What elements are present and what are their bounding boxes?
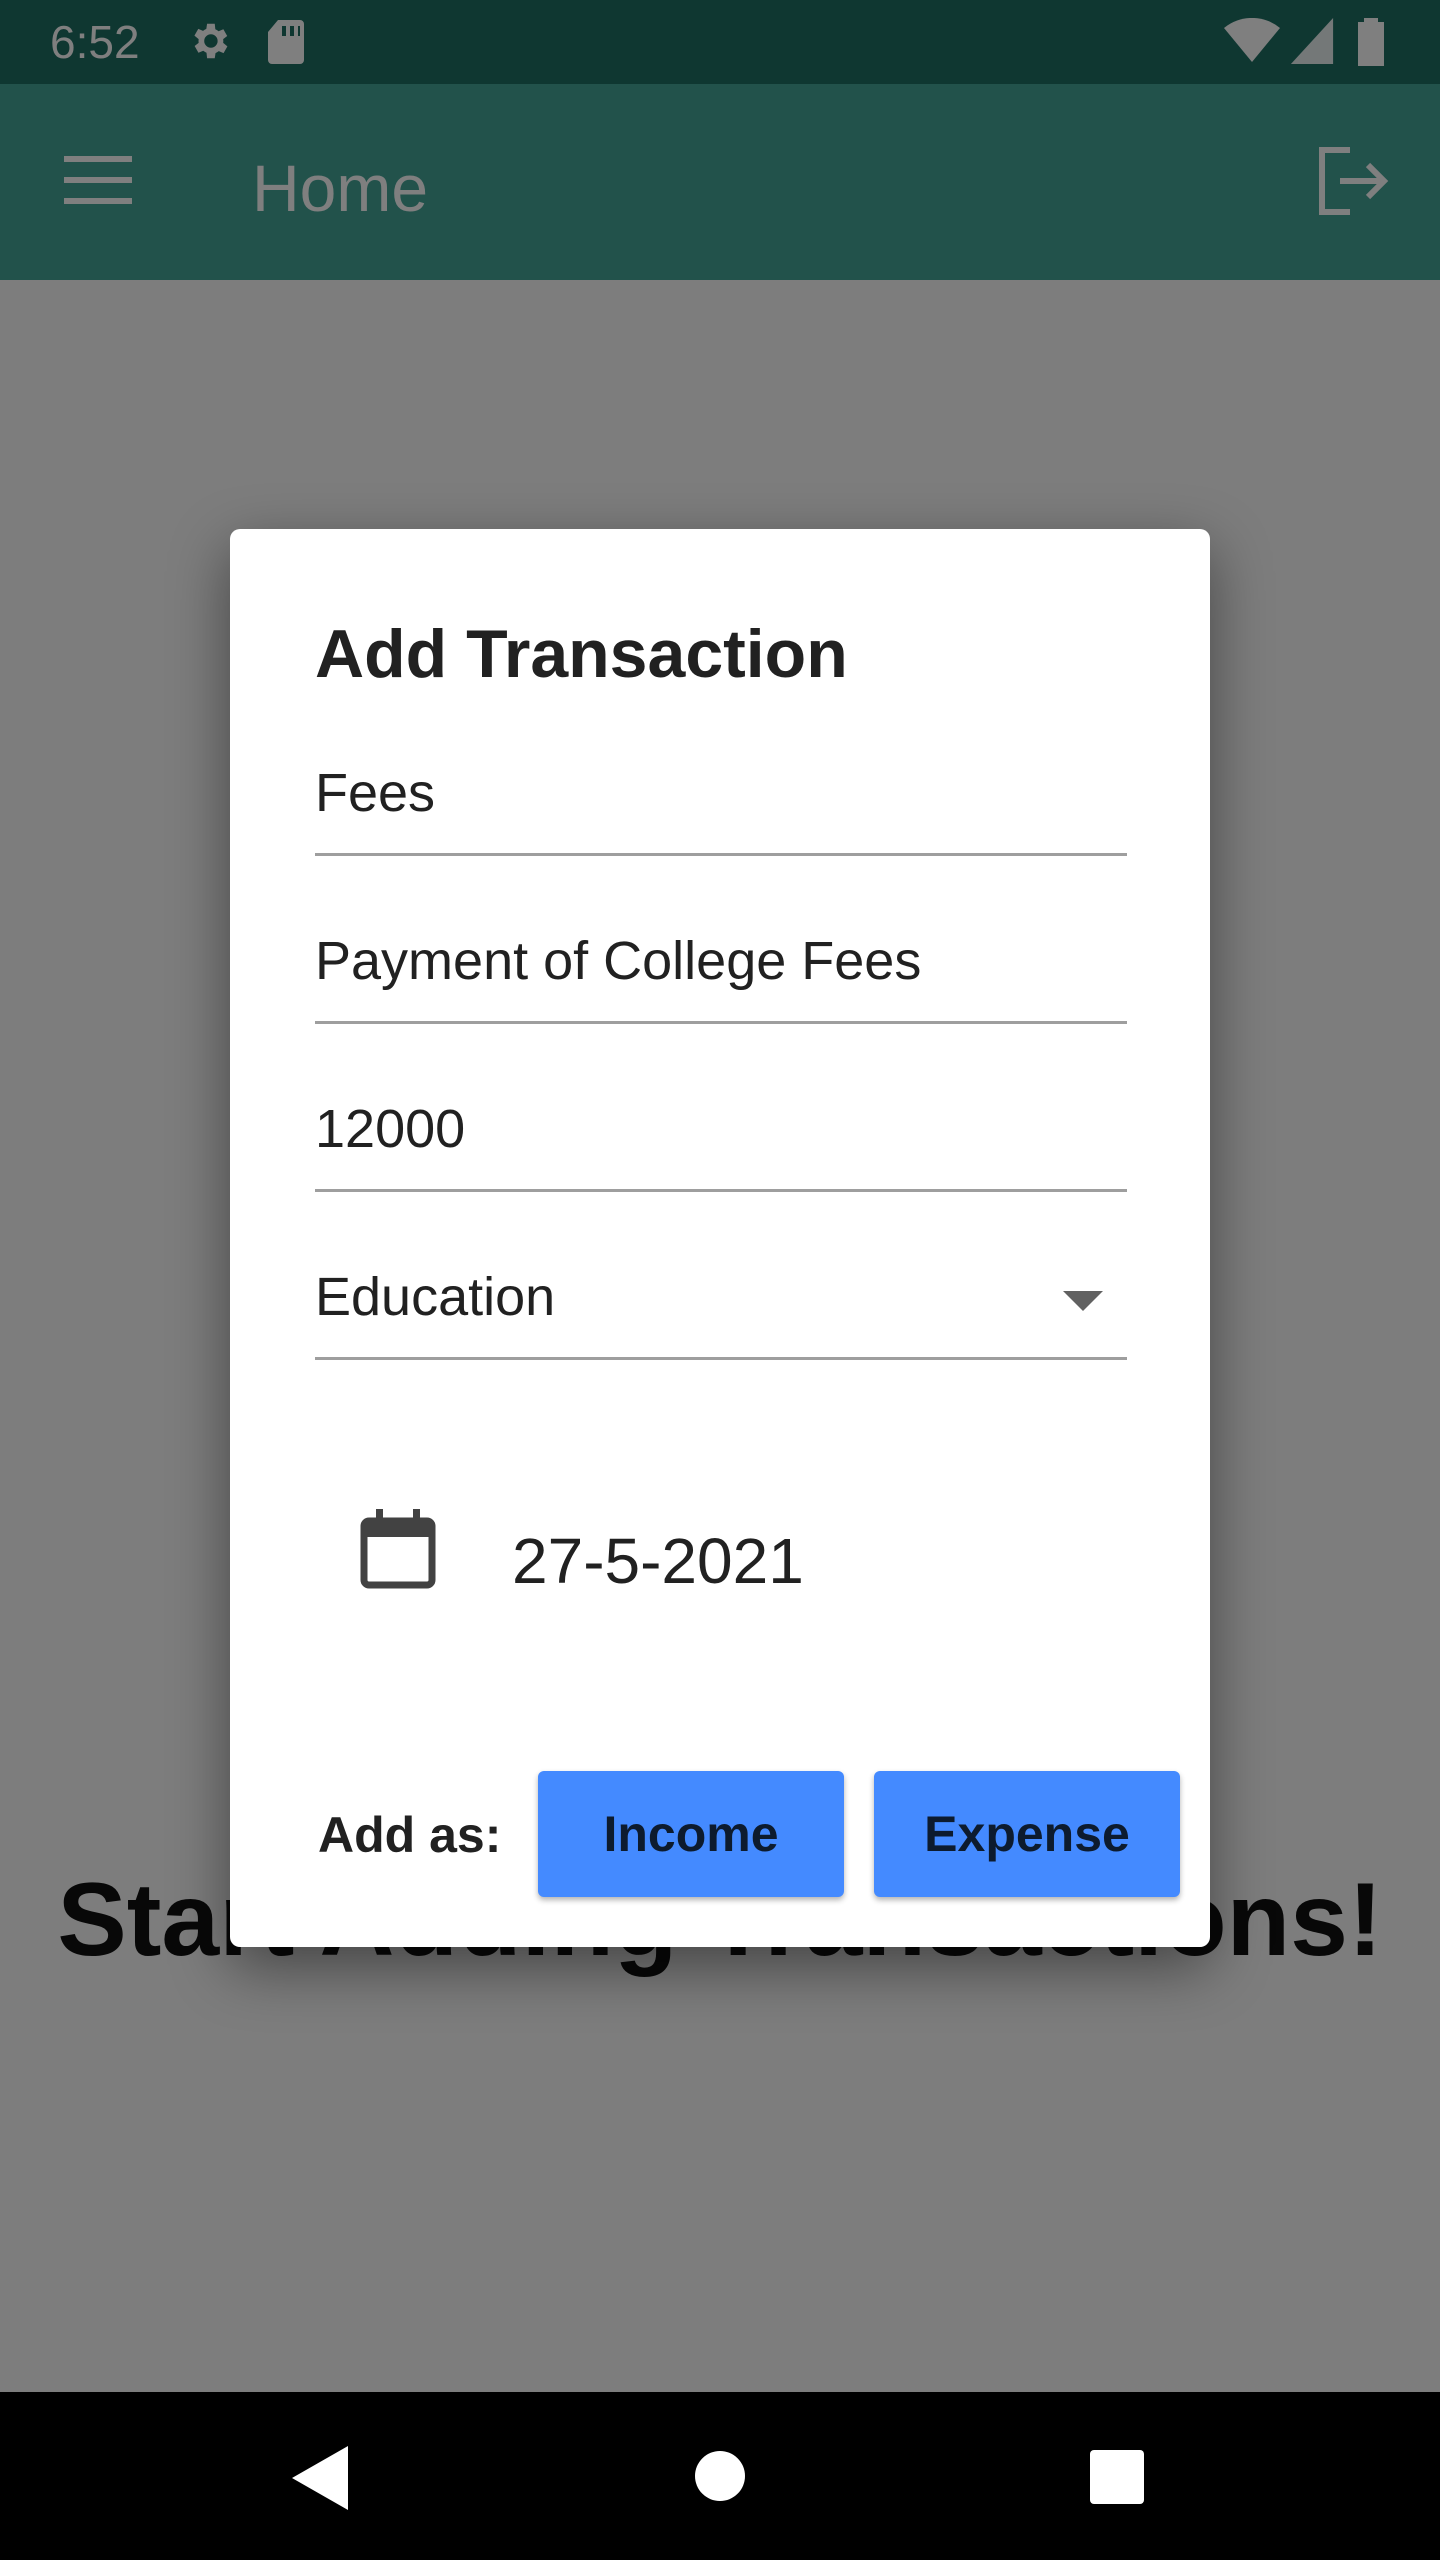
recents-icon[interactable] (1090, 2450, 1144, 2504)
home-icon[interactable] (694, 2450, 746, 2502)
name-field[interactable]: Fees (315, 733, 1127, 856)
amount-field-value: 12000 (315, 1099, 466, 1159)
amount-field[interactable]: 12000 (315, 1069, 1127, 1192)
calendar-icon[interactable] (360, 1509, 436, 1589)
category-dropdown-value: Education (315, 1267, 556, 1327)
income-button[interactable]: Income (538, 1771, 844, 1897)
date-value: 27-5-2021 (512, 1525, 804, 1597)
dropdown-arrow-icon (1063, 1291, 1103, 1311)
description-field-value: Payment of College Fees (315, 931, 922, 991)
expense-button[interactable]: Expense (874, 1771, 1180, 1897)
category-dropdown[interactable]: Education (315, 1237, 1127, 1360)
add-transaction-dialog: Add Transaction Fees Payment of College … (230, 529, 1210, 1947)
add-as-label: Add as: (318, 1807, 502, 1863)
name-field-value: Fees (315, 763, 436, 823)
description-field[interactable]: Payment of College Fees (315, 901, 1127, 1024)
dialog-title: Add Transaction (315, 616, 848, 692)
navigation-bar (0, 2392, 1440, 2560)
date-picker[interactable]: 27-5-2021 (360, 1509, 1060, 1609)
back-icon[interactable] (292, 2446, 348, 2510)
screen: 6:52 Home Start Adding Transactions! (0, 0, 1440, 2560)
